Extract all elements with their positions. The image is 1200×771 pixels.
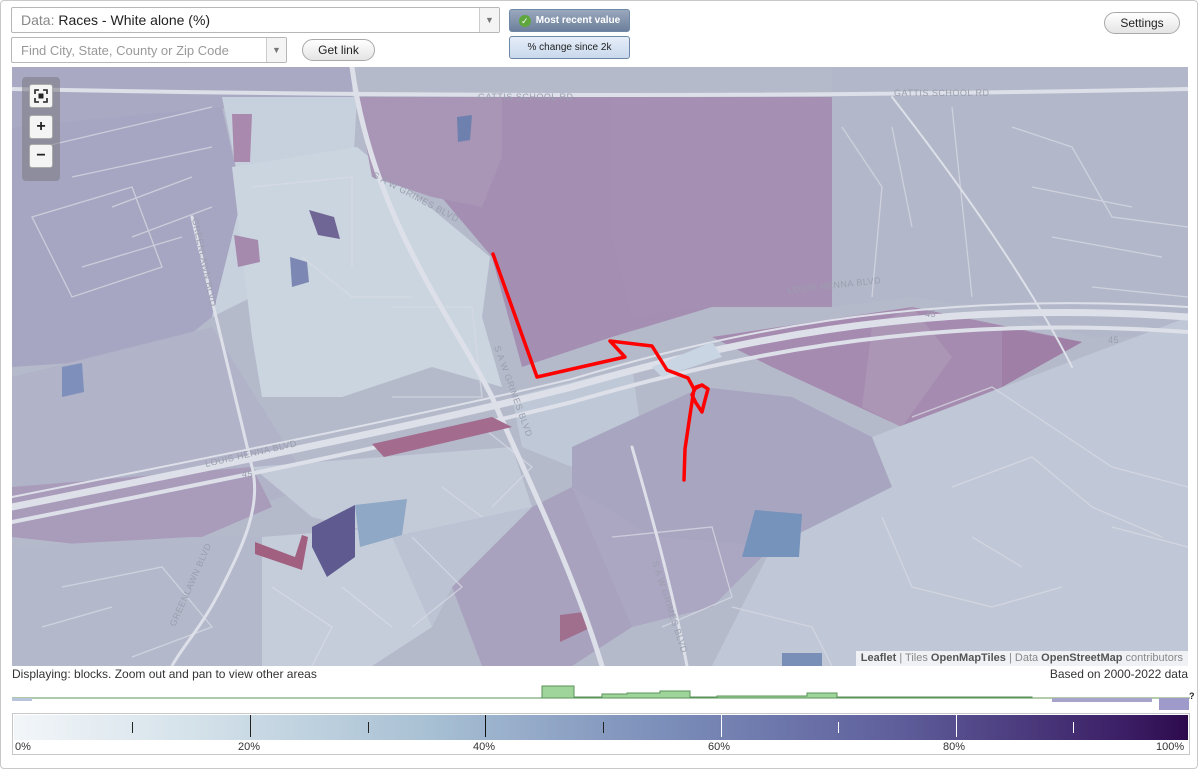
legend-tick — [368, 722, 369, 733]
zoom-out-button[interactable]: − — [29, 144, 53, 168]
legend-tick — [485, 715, 486, 737]
legend-tick — [603, 722, 604, 733]
pct-change-button[interactable]: % change since 2k — [509, 36, 630, 59]
legend-tick — [838, 722, 839, 733]
census-block — [234, 235, 260, 267]
fit-bounds-button[interactable] — [29, 84, 53, 108]
most-recent-value-button[interactable]: ✓ Most recent value — [509, 9, 630, 32]
census-block — [457, 115, 472, 142]
get-link-button[interactable]: Get link — [302, 39, 375, 61]
fit-bounds-icon — [34, 89, 48, 103]
legend-label: 0% — [15, 741, 31, 753]
street-label: GATTIS SCHOOL RD — [894, 88, 990, 98]
street-label: GATTIS SCHOOL RD — [478, 92, 574, 102]
histogram-bar — [1159, 698, 1189, 710]
openstreetmap-link[interactable]: OpenStreetMap — [1041, 652, 1122, 664]
legend-tick — [250, 715, 251, 737]
data-select[interactable]: Data: Races - White alone (%) ▼ — [11, 7, 500, 33]
census-block — [232, 114, 252, 162]
attribution-text: | Tiles — [896, 652, 931, 664]
histogram-bars — [12, 685, 1033, 699]
settings-button[interactable]: Settings — [1104, 12, 1180, 34]
legend-label: 60% — [708, 741, 731, 753]
color-legend: 0% 20% 40% 60% 80% 100% — [12, 713, 1190, 755]
legend-label: 20% — [238, 741, 261, 753]
census-block — [782, 653, 822, 666]
chevron-down-icon[interactable]: ▼ — [479, 8, 499, 32]
attribution-text: contributors — [1122, 652, 1183, 664]
route-shield: 45 — [1108, 335, 1119, 345]
legend-label: 80% — [943, 741, 966, 753]
legend-label: 40% — [473, 741, 496, 753]
legend-tick — [956, 715, 957, 737]
data-select-value: Races - White alone (%) — [58, 12, 211, 28]
check-icon: ✓ — [518, 14, 531, 27]
zoom-in-button[interactable]: + — [29, 115, 53, 139]
location-search[interactable]: ▼ — [11, 37, 287, 63]
legend-gradient — [14, 715, 1188, 740]
census-block — [62, 363, 84, 397]
census-block — [12, 537, 262, 666]
map-attribution: Leaflet | Tiles OpenMapTiles | Data Open… — [855, 651, 1188, 666]
search-input[interactable] — [12, 38, 266, 62]
histogram-bar — [1052, 698, 1152, 702]
census-block — [832, 67, 1188, 337]
displaying-note: Displaying: blocks. Zoom out and pan to … — [12, 667, 317, 681]
data-years-note: Based on 2000-2022 data — [1049, 667, 1188, 681]
legend-label: 100% — [1156, 741, 1185, 753]
histogram-bar — [12, 698, 32, 701]
legend-tick — [1073, 722, 1074, 733]
data-select-prefix: Data: — [21, 12, 55, 28]
map-canvas[interactable]: GATTIS SCHOOL RD GATTIS SCHOOL RD S A W … — [12, 67, 1188, 666]
leaflet-link[interactable]: Leaflet — [861, 652, 896, 664]
route-shield: 45 — [242, 469, 253, 479]
map-view[interactable]: GATTIS SCHOOL RD GATTIS SCHOOL RD S A W … — [12, 67, 1188, 666]
value-histogram — [12, 685, 1190, 710]
most-recent-label: Most recent value — [535, 15, 621, 26]
attribution-text: | Data — [1005, 652, 1042, 664]
chevron-down-icon[interactable]: ▼ — [266, 38, 286, 62]
route-shield: 45 — [925, 309, 936, 319]
legend-tick — [132, 722, 133, 733]
unknown-values-marker: ? — [1189, 691, 1195, 701]
openmaptiles-link[interactable]: OpenMapTiles — [931, 652, 1006, 664]
legend-tick — [721, 715, 722, 737]
zoom-controls: + − — [22, 77, 60, 181]
